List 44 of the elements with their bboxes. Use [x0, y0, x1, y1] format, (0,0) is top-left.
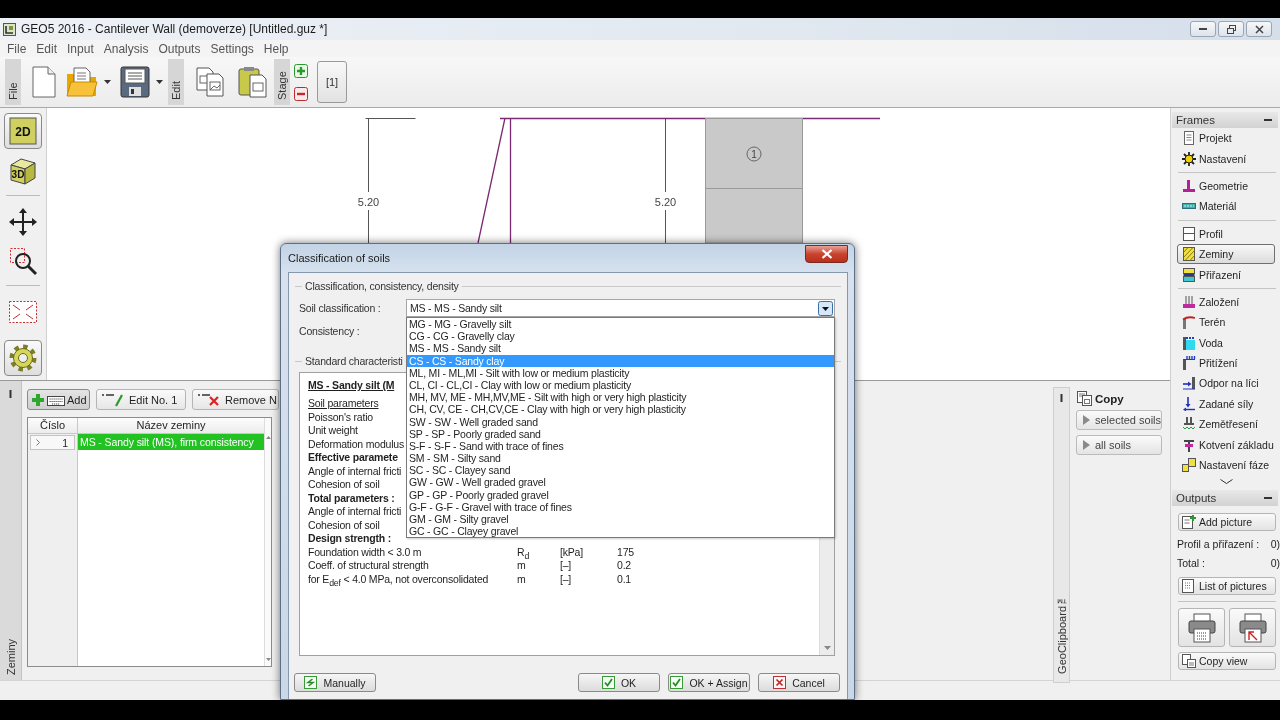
panel-title: Frames [1176, 114, 1215, 126]
field-label: Soil classification : [299, 302, 382, 314]
parameter-label: Deformation modulus [308, 437, 404, 451]
soil-heading: MS - Sandy silt (M [308, 379, 395, 392]
parameter-symbol: m [517, 559, 526, 573]
output-count-value: 0) [1270, 537, 1280, 550]
parameter-label: Angle of internal fricti [308, 464, 402, 478]
window-title: GEO5 2016 - Cantilever Wall (demoverze) [Untitled.guz *] [21, 22, 328, 36]
parameter-value: 0.2 [617, 559, 631, 573]
column-header: Číslo [28, 418, 77, 434]
parameter-label: Unit weight [308, 424, 358, 438]
parameter-label: Poisson's ratio [308, 410, 373, 424]
group-title: Standard characteristi [304, 355, 404, 367]
parameter-unit: [–] [560, 559, 572, 573]
layer-number: 1 [746, 146, 762, 162]
parameter-value: 175 [617, 545, 634, 559]
toolbar-section-label: File [5, 59, 21, 105]
output-count-value: 0) [1270, 556, 1280, 569]
parameter-label: Cohesion of soil [308, 478, 380, 492]
parameter-unit: [kPa] [560, 545, 583, 559]
parameter-label: Cohesion of soil [308, 518, 380, 532]
parameter-symbol: R$_{d}$ [517, 545, 530, 559]
dimension-label: 5.20 [654, 196, 677, 208]
field-label: Consistency : [299, 325, 361, 337]
group-heading: Design strength : [308, 532, 391, 546]
dialog-title: Classification of soils [288, 252, 391, 264]
dimension-label: 5.20 [357, 196, 380, 208]
parameter-label: Foundation width < 3.0 m [308, 545, 422, 559]
column-header: Název zeminy [78, 418, 264, 434]
toolbar-section-label: Edit [168, 59, 184, 105]
output-count-label: Total : [1177, 556, 1205, 569]
parameter-unit: [–] [560, 572, 572, 586]
group-heading: Total parameters : [308, 491, 395, 505]
toolbar-section-label: Stage [274, 59, 290, 105]
parameter-label: Coeff. of structural strength [308, 559, 429, 573]
panel-title: Outputs [1176, 492, 1217, 505]
output-count-label: Profil a přiřazení : [1177, 537, 1260, 550]
copy-title: Copy [1095, 392, 1124, 405]
parameter-label: for E$_{def}$ < 4.0 MPa, not overconsolidated [308, 572, 489, 586]
parameter-label: Angle of internal fricti [308, 505, 402, 519]
group-heading: Effective paramete [308, 451, 398, 465]
parameter-value: 0.1 [617, 572, 631, 586]
parameter-symbol: m [517, 572, 526, 586]
group-title: Classification, consistency, density [304, 280, 460, 292]
